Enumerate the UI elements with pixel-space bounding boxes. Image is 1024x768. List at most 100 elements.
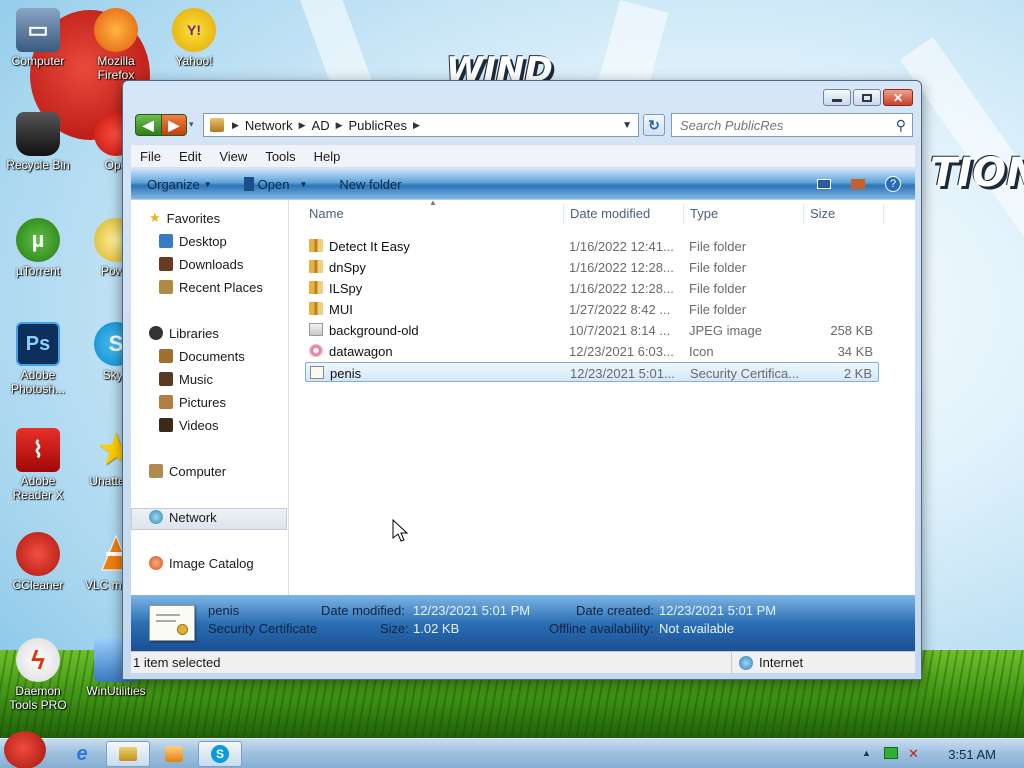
- desktop-icon-utorrent[interactable]: µ µTorrent: [2, 218, 74, 278]
- navigation-bar: ◀ ▶ ▾ ▶ Network ▶ AD ▶ PublicRes ▶ ▼ ↻ ⚲: [135, 113, 913, 139]
- nav-network[interactable]: Network: [149, 507, 217, 527]
- nav-pictures[interactable]: Pictures: [159, 392, 226, 412]
- breadcrumb-separator-icon[interactable]: ▶: [230, 120, 241, 131]
- volume-muted-icon[interactable]: ✕: [908, 746, 919, 762]
- nav-music-label: Music: [179, 371, 213, 387]
- file-row[interactable]: background-old 10/7/2021 8:14 ... JPEG ima…: [305, 320, 879, 340]
- address-bar[interactable]: ▶ Network ▶ AD ▶ PublicRes ▶ ▼: [203, 113, 639, 137]
- file-name: ILSpy: [329, 281, 363, 296]
- file-date-modified: 12/23/2021 6:03...: [569, 344, 674, 359]
- breadcrumb-separator-icon[interactable]: ▶: [411, 120, 422, 131]
- open-button[interactable]: Open ▼: [228, 177, 324, 192]
- show-hidden-icons-icon[interactable]: ▲: [862, 748, 871, 758]
- file-name: MUI: [329, 302, 353, 317]
- file-size: 258 KB: [830, 323, 873, 338]
- desktop-icon-yahoo[interactable]: Y! Yahoo!: [158, 8, 230, 68]
- network-status-icon[interactable]: [884, 747, 898, 759]
- nav-libraries[interactable]: Libraries: [149, 323, 219, 343]
- nav-favorites[interactable]: ★ Favorites: [149, 208, 220, 228]
- file-name: dnSpy: [329, 260, 366, 275]
- close-button[interactable]: ✕: [883, 89, 913, 106]
- column-divider[interactable]: [683, 204, 684, 224]
- nav-computer-label: Computer: [169, 463, 227, 479]
- column-divider[interactable]: [563, 204, 564, 224]
- desktop-icon-daemon-tools[interactable]: ϟ Daemon Tools PRO: [2, 638, 74, 712]
- file-list-pane[interactable]: ▲ Name Date modified Type Size Detect It…: [291, 198, 915, 596]
- column-divider[interactable]: [803, 204, 804, 224]
- media-player-icon: [165, 746, 183, 762]
- taskbar-media-player[interactable]: [152, 741, 196, 767]
- taskbar-clock[interactable]: 3:51 AM: [948, 747, 996, 762]
- file-name: Detect It Easy: [329, 239, 410, 254]
- column-header-size[interactable]: Size: [810, 206, 835, 221]
- maximize-button[interactable]: [853, 89, 881, 106]
- breadcrumb-separator-icon[interactable]: ▶: [334, 120, 345, 131]
- menu-view[interactable]: View: [210, 149, 256, 164]
- refresh-button[interactable]: ↻: [643, 114, 665, 136]
- minimize-button[interactable]: [823, 89, 851, 106]
- search-input[interactable]: [680, 117, 880, 133]
- desktop-icon-photoshop[interactable]: Ps Adobe Photosh...: [2, 322, 74, 396]
- breadcrumb-network[interactable]: Network: [241, 118, 297, 133]
- breadcrumb-separator-icon[interactable]: ▶: [297, 120, 308, 131]
- desktop-icon-firefox[interactable]: Mozilla Firefox: [80, 8, 152, 82]
- nav-downloads[interactable]: Downloads: [159, 254, 243, 274]
- nav-computer[interactable]: Computer: [149, 461, 226, 481]
- file-name: datawagon: [329, 344, 393, 359]
- nav-videos-label: Videos: [179, 417, 219, 433]
- start-button[interactable]: [4, 731, 46, 768]
- open-label: Open: [257, 176, 290, 192]
- skype-icon: S: [211, 745, 229, 763]
- column-header-name[interactable]: Name: [309, 206, 344, 221]
- desktop-icon-adobe-reader[interactable]: ⌇ Adobe Reader X: [2, 428, 74, 502]
- details-pane: penis Security Certificate Date modified…: [131, 595, 915, 651]
- help-icon[interactable]: ?: [885, 176, 901, 192]
- preview-pane-icon[interactable]: [851, 179, 865, 189]
- nav-desktop[interactable]: Desktop: [159, 231, 227, 251]
- file-type: JPEG image: [689, 323, 762, 338]
- breadcrumb-publicres[interactable]: PublicRes: [345, 118, 412, 133]
- file-row[interactable]: penis 12/23/2021 5:01... Security Certific…: [305, 362, 879, 382]
- search-icon[interactable]: ⚲: [896, 117, 912, 134]
- file-row[interactable]: datawagon 12/23/2021 6:03... Icon 34 KB: [305, 341, 879, 361]
- nav-recent-places[interactable]: Recent Places: [159, 277, 263, 297]
- recent-pages-chevron-icon[interactable]: ▾: [189, 119, 194, 130]
- nav-music[interactable]: Music: [159, 369, 213, 389]
- menu-file[interactable]: File: [131, 149, 170, 164]
- menu-edit[interactable]: Edit: [170, 149, 210, 164]
- nav-image-catalog[interactable]: Image Catalog: [149, 553, 254, 573]
- file-row[interactable]: Detect It Easy 1/16/2022 12:41... File fol…: [305, 236, 879, 256]
- explorer-window[interactable]: ✕ ◀ ▶ ▾ ▶ Network ▶ AD ▶ PublicRes ▶ ▼ ↻…: [122, 80, 922, 680]
- back-button[interactable]: ◀: [136, 115, 161, 135]
- desktop-icon-computer[interactable]: ▭ Computer: [2, 8, 74, 68]
- menu-tools[interactable]: Tools: [256, 149, 304, 164]
- status-selection-count: 1 item selected: [133, 655, 221, 670]
- view-options-icon[interactable]: [817, 179, 831, 189]
- image-icon: [309, 323, 323, 336]
- utorrent-icon: µ: [16, 218, 60, 262]
- new-folder-button[interactable]: New folder: [323, 177, 417, 192]
- file-type: File folder: [689, 239, 747, 254]
- cert-icon: [310, 366, 324, 379]
- search-box[interactable]: ⚲: [671, 113, 913, 137]
- file-row[interactable]: MUI 1/27/2022 8:42 ... File folder: [305, 299, 879, 319]
- menu-help[interactable]: Help: [305, 149, 350, 164]
- taskbar-skype[interactable]: S: [198, 741, 242, 767]
- forward-button[interactable]: ▶: [160, 115, 186, 135]
- column-header-type[interactable]: Type: [690, 206, 718, 221]
- breadcrumb-ad[interactable]: AD: [308, 118, 334, 133]
- nav-videos[interactable]: Videos: [159, 415, 219, 435]
- computer-icon: [149, 464, 163, 478]
- column-header-date[interactable]: Date modified: [570, 206, 650, 221]
- computer-icon: ▭: [16, 8, 60, 52]
- file-row[interactable]: ILSpy 1/16/2022 12:28... File folder: [305, 278, 879, 298]
- desktop-icon-ccleaner[interactable]: CCleaner: [2, 532, 74, 592]
- desktop-icon-recycle-bin[interactable]: Recycle Bin: [2, 112, 74, 172]
- address-dropdown-icon[interactable]: ▼: [622, 120, 638, 131]
- taskbar-ie[interactable]: e: [60, 741, 104, 767]
- taskbar-explorer[interactable]: [106, 741, 150, 767]
- column-divider[interactable]: [883, 204, 884, 224]
- nav-documents[interactable]: Documents: [159, 346, 245, 366]
- organize-button[interactable]: Organize ▼: [131, 177, 228, 192]
- file-row[interactable]: dnSpy 1/16/2022 12:28... File folder: [305, 257, 879, 277]
